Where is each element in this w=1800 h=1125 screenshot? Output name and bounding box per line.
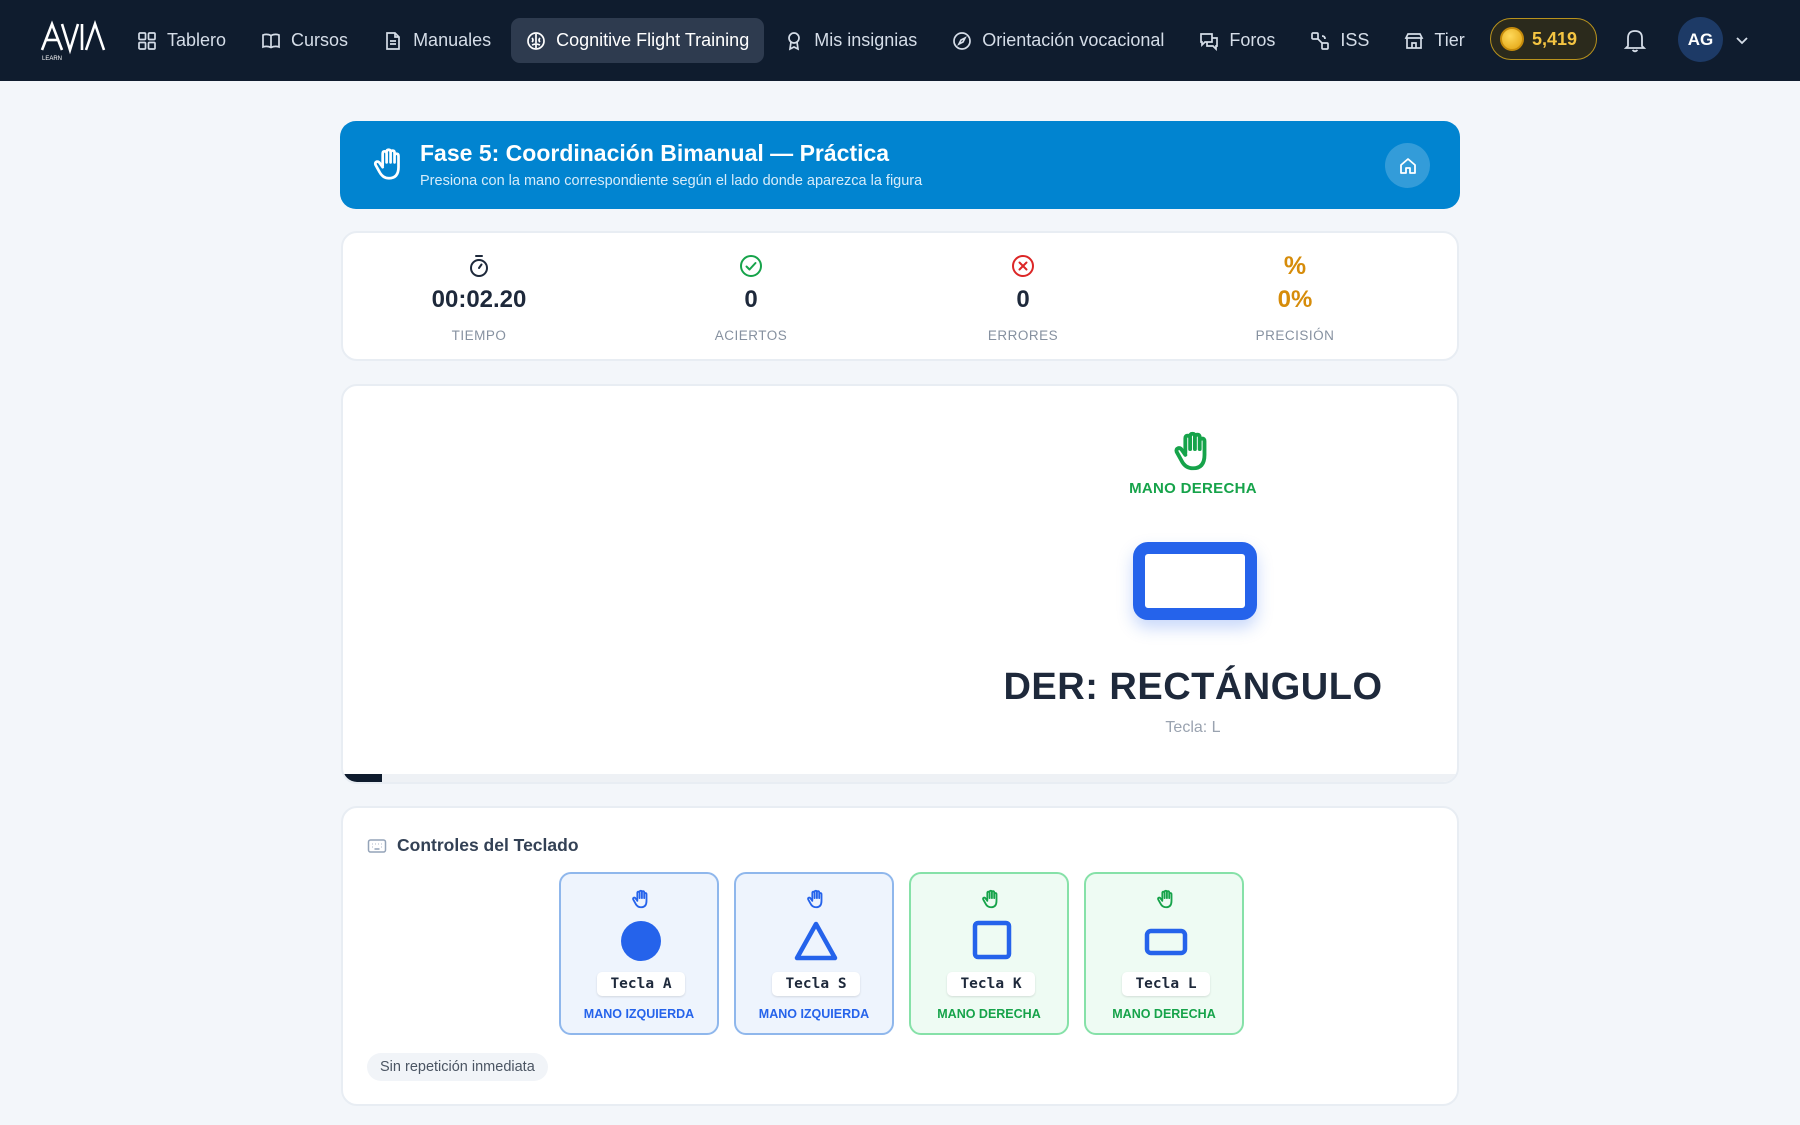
key-card-k[interactable]: Tecla K MANO DERECHA: [909, 872, 1069, 1035]
triangle-shape-icon: [794, 921, 838, 961]
check-circle-icon: [740, 255, 762, 277]
stat-label: ERRORES: [987, 328, 1059, 343]
target-key-hint: Tecla: L: [1165, 719, 1221, 736]
stat-value: 00:02.20: [431, 286, 527, 313]
coin-icon: [1500, 27, 1524, 51]
dashboard-icon: [138, 31, 156, 50]
chevron-down-icon[interactable]: [1734, 32, 1750, 48]
satellite-icon: [1311, 31, 1330, 50]
nav-label: Tier: [1434, 30, 1465, 50]
stat-label: PRECISIÓN: [1255, 328, 1335, 343]
right-hand-icon: [1174, 431, 1207, 471]
nav-item-orientacion-vocacional[interactable]: Orientación vocacional: [937, 18, 1179, 63]
nav-item-foros[interactable]: Foros: [1184, 18, 1290, 63]
key-card-a[interactable]: Tecla A MANO IZQUIERDA: [559, 872, 719, 1035]
stat-precision: % 0% PRECISIÓN: [1159, 253, 1431, 343]
top-navbar: LEARN Tablero Cursos Manuales Cognitive …: [0, 0, 1800, 81]
right-hand-icon: [1157, 889, 1173, 909]
store-icon: [1405, 32, 1424, 49]
stat-value: 0%: [1277, 286, 1313, 313]
stat-label: TIEMPO: [451, 328, 507, 343]
book-icon: [262, 33, 280, 48]
stat-hits: 0 ACIERTOS: [615, 253, 887, 343]
phase-title: Fase 5: Coordinación Bimanual — Práctica: [420, 140, 890, 166]
document-icon: [386, 31, 400, 50]
nav-item-tier[interactable]: Tier: [1389, 18, 1479, 63]
compass-icon: [953, 31, 972, 50]
square-shape-icon: [972, 920, 1012, 960]
nav-label: Mis insignias: [814, 30, 918, 50]
target-label: DER: RECTÁNGULO: [1003, 666, 1383, 708]
right-hand-icon: [982, 889, 998, 909]
home-icon: [1399, 157, 1416, 174]
nav-item-mis-insignias[interactable]: Mis insignias: [769, 18, 932, 63]
nav-label: ISS: [1340, 30, 1370, 50]
nav-item-iss[interactable]: ISS: [1295, 18, 1384, 63]
stat-errors: 0 ERRORES: [887, 253, 1159, 343]
avia-logo[interactable]: LEARN: [40, 18, 106, 62]
key-card-s[interactable]: Tecla S MANO IZQUIERDA: [734, 872, 894, 1035]
logo-subtext: LEARN: [42, 56, 62, 62]
phase-subtitle: Presiona con la mano correspondiente seg…: [420, 173, 923, 189]
nav-label: Manuales: [413, 30, 492, 50]
nav-item-cursos[interactable]: Cursos: [246, 18, 363, 63]
nav-label: Foros: [1229, 30, 1276, 50]
nav-label: Orientación vocacional: [982, 30, 1165, 50]
left-hand-icon: [632, 889, 648, 909]
target-rectangle-shape: [1133, 542, 1257, 620]
active-hand-label: MANO DERECHA: [1129, 480, 1257, 497]
user-avatar[interactable]: AG: [1678, 17, 1723, 62]
nav-label: Cognitive Flight Training: [556, 30, 750, 50]
nav-item-manuales[interactable]: Manuales: [368, 18, 506, 63]
game-area[interactable]: MANO DERECHA DER: RECTÁNGULO Tecla: L: [341, 384, 1459, 784]
nav-label: Cursos: [291, 30, 349, 50]
brain-icon: [527, 31, 545, 50]
user-initials: AG: [1687, 29, 1714, 49]
nav-item-tablero[interactable]: Tablero: [122, 18, 241, 63]
hand-label: MANO DERECHA: [937, 1007, 1041, 1021]
coin-count: 5,419: [1532, 28, 1578, 49]
progress-fill: [343, 774, 383, 782]
nav-label: Tablero: [167, 30, 227, 50]
hand-label: MANO DERECHA: [1112, 1007, 1216, 1021]
key-label: Tecla K: [947, 972, 1035, 996]
phase-header: Fase 5: Coordinación Bimanual — Práctica…: [340, 121, 1460, 209]
stat-value: 0: [1016, 286, 1030, 313]
key-label: Tecla A: [597, 972, 685, 996]
x-circle-icon: [1012, 255, 1034, 277]
controls-title-text: Controles del Teclado: [397, 835, 579, 855]
coin-balance-badge[interactable]: 5,419: [1490, 18, 1597, 60]
keyboard-icon: [367, 838, 387, 853]
stat-time: 00:02.20 TIEMPO: [343, 253, 615, 343]
bell-icon[interactable]: [1623, 27, 1647, 53]
stopwatch-icon: [470, 255, 488, 277]
stat-label: ACIERTOS: [714, 328, 788, 343]
hand-icon: [373, 148, 400, 180]
key-card-l[interactable]: Tecla L MANO DERECHA: [1084, 872, 1244, 1035]
badge-icon: [788, 31, 801, 50]
key-label: Tecla L: [1122, 972, 1210, 996]
stats-panel: 00:02.20 TIEMPO 0 ACIERTOS 0 ERRORES % 0…: [341, 231, 1459, 361]
percent-icon: %: [1283, 252, 1307, 280]
controls-title: Controles del Teclado: [367, 835, 579, 856]
left-hand-icon: [807, 889, 823, 909]
home-button[interactable]: [1385, 143, 1430, 188]
hand-label: MANO IZQUIERDA: [583, 1007, 695, 1021]
stat-value: 0: [744, 286, 758, 313]
key-label: Tecla S: [772, 972, 860, 996]
keyboard-controls-panel: Controles del Teclado Tecla A MANO IZQUI…: [341, 806, 1459, 1106]
hand-label: MANO IZQUIERDA: [758, 1007, 870, 1021]
rectangle-shape-icon: [1144, 928, 1188, 956]
nav-item-cognitive-flight-training[interactable]: Cognitive Flight Training: [511, 18, 765, 63]
no-repeat-note: Sin repetición inmediata: [367, 1053, 548, 1081]
progress-bar: [343, 774, 1457, 782]
circle-shape-icon: [621, 921, 661, 961]
chat-icon: [1200, 32, 1219, 51]
